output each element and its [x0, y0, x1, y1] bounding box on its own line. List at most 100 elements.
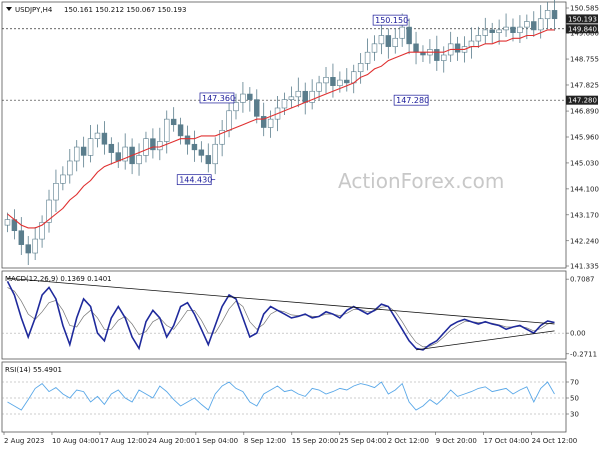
candle-body — [191, 143, 198, 151]
candle-body — [399, 26, 405, 39]
forex-chart: ActionForex.com 150.585149.680148.755147… — [0, 0, 600, 450]
candle-body — [25, 244, 31, 254]
price-tag-label: 150.193 — [568, 15, 597, 23]
candle-body — [226, 110, 232, 131]
candle-body — [385, 35, 392, 47]
candle-body — [357, 63, 364, 73]
price-tag: 150.193 — [566, 14, 598, 23]
x-tick-label: 17 Oct 04:00 — [484, 437, 530, 445]
candle-body — [67, 160, 73, 176]
price-annotation: 147.280 — [393, 94, 429, 106]
x-tick-label: 24 Oct 12:00 — [532, 437, 578, 445]
price-annotation: 150.150 — [372, 14, 410, 26]
annotation-label: 144.430 — [179, 176, 212, 185]
price-annotation: 144.430 — [176, 174, 216, 186]
y-tick-label: 148.755 — [570, 56, 599, 64]
candle-body — [240, 93, 246, 103]
candle-body — [537, 18, 544, 31]
candle-body — [101, 132, 108, 145]
y-tick-label: 30 — [570, 411, 579, 419]
candle-body — [330, 77, 336, 86]
candle-body — [544, 10, 551, 20]
x-tick-label: 25 Sep 04:00 — [340, 437, 387, 445]
x-tick-label: 2 Aug 2023 — [4, 437, 44, 445]
candle-body — [517, 26, 523, 33]
candle-body — [434, 49, 440, 61]
candle-body — [454, 43, 461, 53]
candle-body — [233, 102, 239, 112]
chart-header: USDJPY,H4 150.161 150.212 150.067 150.19… — [6, 6, 186, 14]
candle-body — [267, 118, 274, 128]
candle-body — [468, 40, 475, 47]
candle-body — [475, 35, 482, 42]
candle-body — [115, 152, 121, 162]
candle-body — [177, 124, 184, 137]
candle-body — [344, 79, 350, 84]
candle-body — [184, 135, 191, 145]
y-tick-label: -0.2711 — [570, 350, 597, 358]
x-tick-label: 15 Sep 20:00 — [292, 437, 339, 445]
candle-body — [164, 118, 170, 142]
price-tag: 147.280 — [566, 95, 598, 105]
candle-body — [205, 155, 212, 165]
y-tick-label: 0.00 — [570, 330, 586, 338]
candle-body — [295, 90, 302, 98]
candle-body — [524, 21, 530, 28]
candle-body — [281, 99, 288, 109]
candle-body — [60, 174, 66, 184]
candle-body — [371, 43, 378, 53]
candle-body — [337, 79, 343, 86]
candle-body — [302, 90, 308, 103]
candle-body — [247, 93, 253, 100]
y-tick-label: 143.170 — [570, 211, 599, 219]
candle-body — [288, 96, 295, 100]
candle-body — [489, 29, 495, 33]
x-tick-label: 17 Aug 12:00 — [100, 437, 147, 445]
candle-body — [32, 238, 38, 254]
price-tag-label: 147.280 — [568, 97, 597, 105]
price-tag: 149.840 — [566, 24, 598, 34]
symbol-label: USDJPY,H4 — [15, 6, 53, 14]
annotation-label: 147.360 — [202, 94, 235, 103]
candle-body — [482, 29, 489, 36]
x-tick-label: 9 Oct 20:00 — [436, 437, 477, 445]
candle-body — [413, 43, 419, 53]
x-tick-label: 24 Aug 20:00 — [148, 437, 195, 445]
candle-body — [503, 26, 509, 31]
candle-body — [323, 77, 329, 84]
candle-body — [378, 35, 385, 45]
x-tick-label: 10 Aug 04:00 — [52, 437, 99, 445]
y-tick-label: 150.585 — [570, 5, 599, 13]
price-tag-label: 149.840 — [568, 25, 597, 33]
candle-body — [551, 10, 558, 20]
candle-body — [143, 138, 149, 156]
y-tick-label: 147.825 — [570, 81, 599, 89]
candle-body — [80, 146, 87, 156]
candle-body — [157, 141, 163, 151]
candle-body — [198, 149, 205, 156]
y-tick-label: 141.335 — [570, 263, 599, 271]
ohlc-label: 150.161 150.212 150.067 150.193 — [64, 6, 186, 14]
candle-body — [212, 143, 218, 165]
candle-body — [170, 118, 177, 126]
candle-body — [18, 230, 25, 245]
y-tick-label: 146.890 — [570, 108, 599, 116]
candle-body — [108, 143, 115, 153]
chart-background — [0, 0, 600, 450]
candle-body — [496, 29, 502, 33]
watermark: ActionForex.com — [338, 169, 504, 193]
candle-body — [364, 51, 371, 64]
candle-body — [53, 183, 59, 201]
candle-body — [510, 26, 516, 33]
candle-body — [531, 21, 537, 31]
x-tick-label: 8 Sep 12:00 — [244, 437, 286, 445]
macd-label: MACD(12,26,9) 0.1369 0.1401 — [5, 275, 112, 283]
y-tick-label: 0.7087 — [570, 276, 595, 284]
rsi-label: RSI(14) 55.4901 — [5, 366, 62, 374]
price-annotation: 147.360 — [199, 92, 236, 104]
y-tick-label: 145.960 — [570, 134, 599, 142]
y-tick-label: 145.030 — [570, 159, 599, 167]
candle-body — [87, 138, 94, 156]
candle-body — [406, 26, 412, 45]
candle-body — [94, 132, 101, 139]
